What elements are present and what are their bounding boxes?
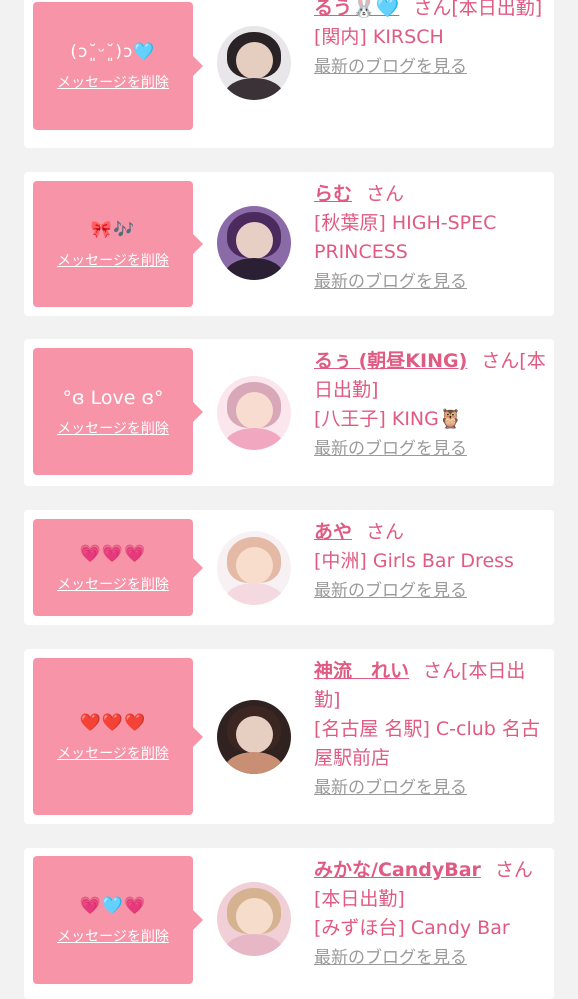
message-bubble: 💗🩵💗 メッセージを削除 <box>33 856 203 984</box>
message-text: 🎀🎶 <box>90 220 136 240</box>
cast-name-link[interactable]: あや <box>314 521 352 543</box>
avatar-face <box>235 898 273 936</box>
message-text: ❤️❤️❤️ <box>79 712 147 733</box>
message-bubble: 🎀🎶 メッセージを削除 <box>33 181 203 307</box>
avatar-face <box>235 716 273 754</box>
message-text: °ɞ Love ɞ° <box>62 386 164 409</box>
cast-name-line: みかな/CandyBar さん[本日出勤] <box>314 856 546 914</box>
latest-blog-link[interactable]: 最新のブログを見る <box>314 271 546 293</box>
message-card: 💗🩵💗 メッセージを削除 みかな/CandyBar さん[本日出勤] [みずほ台] Ca… <box>24 848 554 999</box>
message-card: 💗💗💗 メッセージを削除 あや さん [中洲] Girls Bar Dress 最新のブロ… <box>24 510 554 625</box>
shop-name: [秋葉原] HIGH-SPEC PRINCESS <box>314 212 497 263</box>
avatar-face <box>235 392 273 430</box>
message-bubble: 💗💗💗 メッセージを削除 <box>33 519 203 616</box>
message-card: 🎀🎶 メッセージを削除 らむ さん [秋葉原] HIGH-SPEC PRINCESS 最新… <box>24 172 554 316</box>
cast-suffix: さん[本日出勤] <box>413 0 543 19</box>
shop-name: [八王子] KING🦉 <box>314 408 463 430</box>
latest-blog-link[interactable]: 最新のブログを見る <box>314 777 546 799</box>
avatar-body <box>224 427 284 450</box>
latest-blog-link[interactable]: 最新のブログを見る <box>314 947 546 969</box>
cast-name-line: るう🐰🩵 さん[本日出勤] <box>314 0 546 23</box>
avatar[interactable] <box>217 206 291 280</box>
cast-suffix: さん <box>366 183 405 205</box>
cast-info: るう🐰🩵 さん[本日出勤] [関内] KIRSCH 最新のブログを見る <box>314 0 546 78</box>
cast-name-line: 神流 れい さん[本日出勤] <box>314 657 546 715</box>
avatar[interactable] <box>217 376 291 450</box>
delete-message-link[interactable]: メッセージを削除 <box>57 74 169 92</box>
delete-message-link[interactable]: メッセージを削除 <box>57 745 169 763</box>
latest-blog-link[interactable]: 最新のブログを見る <box>314 56 546 78</box>
message-list: (ɔ˘͈ᵕ˘͈)ɔ🩵 メッセージを削除 るう🐰🩵 さん[本日出勤] [関内] KIRSC… <box>0 0 578 999</box>
message-card: ❤️❤️❤️ メッセージを削除 神流 れい さん[本日出勤] [名古屋 名駅] C-cl… <box>24 649 554 824</box>
message-card: (ɔ˘͈ᵕ˘͈)ɔ🩵 メッセージを削除 るう🐰🩵 さん[本日出勤] [関内] KIRSC… <box>24 0 554 148</box>
cast-name-line: るぅ (朝昼KING) さん[本日出勤] <box>314 347 546 405</box>
avatar-body <box>224 257 284 280</box>
avatar[interactable] <box>217 531 291 605</box>
message-text: 💗🩵💗 <box>79 896 147 916</box>
cast-name-line: あや さん <box>314 518 546 547</box>
message-bubble: °ɞ Love ɞ° メッセージを削除 <box>33 348 203 475</box>
message-card: °ɞ Love ɞ° メッセージを削除 るぅ (朝昼KING) さん[本日出勤] [八王… <box>24 339 554 486</box>
cast-name-link[interactable]: みかな/CandyBar <box>314 859 481 881</box>
avatar-body <box>224 77 284 100</box>
shop-name: [みずほ台] Candy Bar <box>314 917 510 939</box>
delete-message-link[interactable]: メッセージを削除 <box>57 928 169 946</box>
avatar[interactable] <box>217 26 291 100</box>
delete-message-link[interactable]: メッセージを削除 <box>57 576 169 594</box>
cast-info: らむ さん [秋葉原] HIGH-SPEC PRINCESS 最新のブログを見る <box>314 180 546 293</box>
latest-blog-link[interactable]: 最新のブログを見る <box>314 438 546 460</box>
message-bubble: ❤️❤️❤️ メッセージを削除 <box>33 658 203 815</box>
delete-message-link[interactable]: メッセージを削除 <box>57 420 169 438</box>
avatar[interactable] <box>217 700 291 774</box>
cast-name-link[interactable]: らむ <box>314 183 352 205</box>
avatar[interactable] <box>217 882 291 956</box>
delete-message-link[interactable]: メッセージを削除 <box>57 252 169 270</box>
avatar-body <box>224 751 284 774</box>
cast-name-link[interactable]: るぅ (朝昼KING) <box>314 350 467 372</box>
shop-name: [関内] KIRSCH <box>314 26 444 48</box>
avatar-body <box>224 582 284 605</box>
cast-info: みかな/CandyBar さん[本日出勤] [みずほ台] Candy Bar 最新のブ… <box>314 856 546 969</box>
latest-blog-link[interactable]: 最新のブログを見る <box>314 580 546 602</box>
cast-name-link[interactable]: るう🐰🩵 <box>314 0 399 19</box>
message-text: 💗💗💗 <box>79 543 147 564</box>
shop-name: [名古屋 名駅] C-club 名古屋駅前店 <box>314 718 540 769</box>
avatar-body <box>224 933 284 956</box>
cast-suffix: さん <box>366 521 405 543</box>
message-bubble: (ɔ˘͈ᵕ˘͈)ɔ🩵 メッセージを削除 <box>33 2 203 130</box>
cast-info: るぅ (朝昼KING) さん[本日出勤] [八王子] KING🦉 最新のブログを見る <box>314 347 546 460</box>
cast-info: あや さん [中洲] Girls Bar Dress 最新のブログを見る <box>314 518 546 602</box>
avatar-face <box>235 222 273 260</box>
shop-name: [中洲] Girls Bar Dress <box>314 550 514 572</box>
cast-info: 神流 れい さん[本日出勤] [名古屋 名駅] C-club 名古屋駅前店最新のブロ… <box>314 657 546 799</box>
avatar-face <box>235 547 273 585</box>
cast-name-link[interactable]: 神流 れい <box>314 660 409 682</box>
cast-name-line: らむ さん <box>314 180 546 209</box>
avatar-face <box>235 42 273 80</box>
message-text: (ɔ˘͈ᵕ˘͈)ɔ🩵 <box>70 42 156 62</box>
